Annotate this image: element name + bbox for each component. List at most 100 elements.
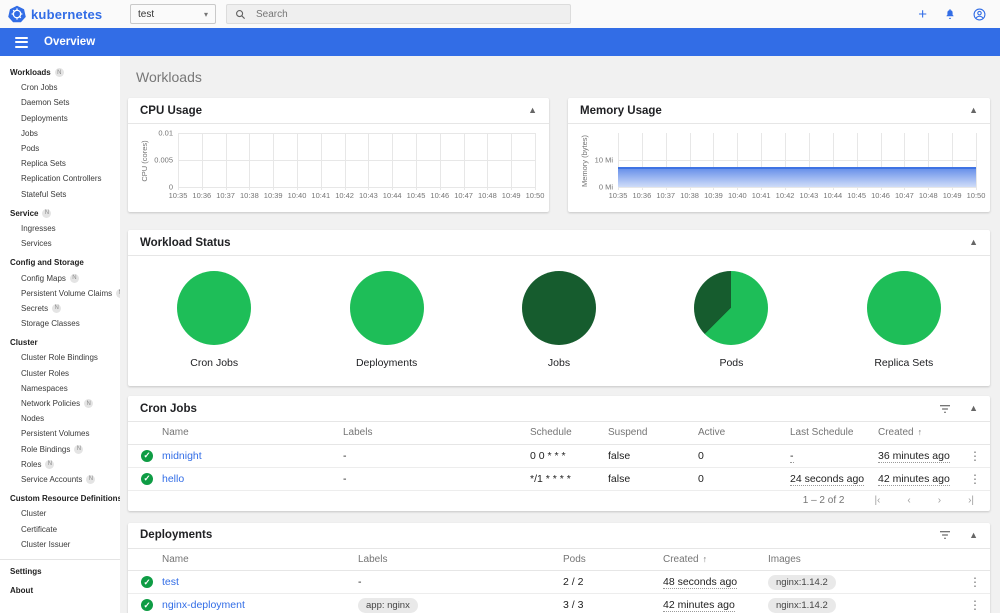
sidebar-item-label: Pods xyxy=(21,144,40,154)
sidebar-item-namespaces[interactable]: Namespaces xyxy=(0,381,120,396)
sidebar-item-role-bindings[interactable]: Role Bindings N xyxy=(0,442,120,457)
column-header[interactable]: Name xyxy=(162,554,189,565)
x-axis-tick: 10:36 xyxy=(192,191,212,200)
success-check-icon: ✓ xyxy=(141,472,153,485)
sidebar-item-cron-jobs[interactable]: Cron Jobs xyxy=(0,80,120,95)
sidebar-item-pods[interactable]: Pods xyxy=(0,141,120,156)
x-axis-tick: 10:35 xyxy=(608,191,628,200)
namespaced-badge: N xyxy=(45,459,55,469)
sidebar-item-persistent-volumes[interactable]: Persistent Volumes xyxy=(0,426,120,441)
column-header[interactable]: Active xyxy=(698,427,725,438)
collapse-caret-icon[interactable]: ▲ xyxy=(969,238,978,247)
table-row: ✓ test - 2 / 2 48 seconds ago nginx:1.14.2 ⋮ xyxy=(128,570,990,594)
pie-label: Deployments xyxy=(355,357,418,369)
sidebar-item-service[interactable]: Service N xyxy=(0,206,120,221)
sidebar-item-cluster[interactable]: Cluster xyxy=(0,335,120,350)
sidebar-item-config-maps[interactable]: Config Maps N xyxy=(0,270,120,285)
sidebar-item-nodes[interactable]: Nodes xyxy=(0,411,120,426)
sidebar-item-storage-classes[interactable]: Storage Classes xyxy=(0,316,120,331)
sidebar-item-cluster[interactable]: Cluster xyxy=(0,506,120,521)
namespaced-badge: N xyxy=(84,399,94,409)
sort-ascending-icon[interactable]: ↑ xyxy=(703,554,708,564)
sidebar-item-about[interactable]: About xyxy=(0,583,120,598)
sidebar-item-deployments[interactable]: Deployments xyxy=(0,111,120,126)
x-axis-tick: 10:45 xyxy=(847,191,867,200)
kubernetes-logo[interactable]: kubernetes xyxy=(8,5,118,23)
row-menu-kebab-icon[interactable]: ⋮ xyxy=(960,570,990,594)
cron-jobs-table: Name Labels Schedule Suspend Active Last Sche… xyxy=(128,422,990,491)
sidebar-item-replication-controllers[interactable]: Replication Controllers xyxy=(0,171,120,186)
sidebar-item-label: Cluster Role Bindings xyxy=(21,353,98,363)
collapse-caret-icon[interactable]: ▲ xyxy=(969,530,978,540)
notifications-bell-icon[interactable] xyxy=(944,8,956,20)
filter-icon[interactable] xyxy=(939,530,951,540)
collapse-caret-icon[interactable]: ▲ xyxy=(969,404,978,413)
sidebar-item-label: Secrets xyxy=(21,303,49,313)
column-header[interactable]: Last Schedule xyxy=(790,427,853,438)
sidebar-item-secrets[interactable]: Secrets N xyxy=(0,301,120,316)
sidebar-item-settings[interactable]: Settings xyxy=(0,564,120,579)
column-header[interactable]: Images xyxy=(768,554,801,565)
x-axis-tick: 10:43 xyxy=(359,191,378,200)
sort-ascending-icon[interactable]: ↑ xyxy=(918,427,923,437)
sidebar-item-daemon-sets[interactable]: Daemon Sets xyxy=(0,95,120,110)
sidebar-item-persistent-volume-claims[interactable]: Persistent Volume ClaimsN xyxy=(0,286,120,301)
pagination-range-label: 1 – 2 of 2 xyxy=(802,495,845,506)
cpu-usage-card: CPU Usage ▲ CPU (cores) 0 0.005 0.01 10:35 1… xyxy=(128,98,549,212)
row-menu-kebab-icon[interactable]: ⋮ xyxy=(960,444,990,468)
sidebar-item-cluster-role-bindings[interactable]: Cluster Role Bindings xyxy=(0,350,120,365)
resource-link[interactable]: midnight xyxy=(162,450,202,462)
relative-time: 24 seconds ago xyxy=(790,472,865,486)
sidebar-item-network-policies[interactable]: Network Policies N xyxy=(0,396,120,411)
workload-status-pies: Cron Jobs Deployments Jobs Pods Replica Sets xyxy=(128,256,990,369)
resource-link[interactable]: nginx-deployment xyxy=(162,599,245,611)
column-header[interactable]: Created xyxy=(878,427,914,438)
sidebar-item-label: Persistent Volume Claims xyxy=(21,288,113,298)
sidebar-item-roles[interactable]: Roles N xyxy=(0,457,120,472)
sidebar-item-label: Services xyxy=(21,239,52,249)
row-menu-kebab-icon[interactable]: ⋮ xyxy=(960,593,990,613)
sidebar-item-cluster-roles[interactable]: Cluster Roles xyxy=(0,366,120,381)
column-header[interactable]: Schedule xyxy=(530,427,572,438)
column-header[interactable]: Labels xyxy=(358,554,387,565)
sidebar-item-custom-resource-definitions[interactable]: Custom Resource Definitions xyxy=(0,491,120,506)
column-header[interactable]: Suspend xyxy=(608,427,647,438)
sidebar-item-config-and-storage[interactable]: Config and Storage xyxy=(0,255,120,270)
column-header[interactable]: Name xyxy=(162,427,189,438)
cron-jobs-pagination: 1 – 2 of 2 |‹ ‹ › ›| xyxy=(128,491,990,511)
cell-text: - xyxy=(343,449,347,462)
sidebar-item-jobs[interactable]: Jobs xyxy=(0,126,120,141)
resource-link[interactable]: hello xyxy=(162,473,184,485)
status-pie-replica-sets: Replica Sets xyxy=(818,271,990,369)
sidebar-item-services[interactable]: Services xyxy=(0,236,120,251)
filter-icon[interactable] xyxy=(939,404,951,414)
area-series-fill xyxy=(618,166,976,187)
search-input[interactable] xyxy=(254,7,562,21)
collapse-caret-icon[interactable]: ▲ xyxy=(969,106,978,115)
namespace-selector[interactable]: test ▾ xyxy=(130,4,216,24)
row-menu-kebab-icon[interactable]: ⋮ xyxy=(960,467,990,491)
sidebar-item-workloads[interactable]: Workloads N xyxy=(0,65,120,80)
pagination-next-button[interactable]: › xyxy=(938,495,941,506)
create-plus-icon[interactable]: + xyxy=(918,7,927,22)
pagination-first-button[interactable]: |‹ xyxy=(874,495,880,506)
search-box xyxy=(226,4,571,24)
sidebar-item-cluster-issuer[interactable]: Cluster Issuer xyxy=(0,537,120,552)
pagination-prev-button[interactable]: ‹ xyxy=(907,495,910,506)
account-icon[interactable] xyxy=(973,8,986,21)
x-axis-tick: 10:37 xyxy=(216,191,235,200)
sidebar-item-service-accounts[interactable]: Service Accounts N xyxy=(0,472,120,487)
collapse-caret-icon[interactable]: ▲ xyxy=(528,106,537,115)
sidebar-item-ingresses[interactable]: Ingresses xyxy=(0,221,120,236)
resource-link[interactable]: test xyxy=(162,576,179,588)
column-header[interactable]: Created xyxy=(663,554,699,565)
hamburger-menu-icon[interactable] xyxy=(15,36,28,48)
column-header[interactable]: Pods xyxy=(563,554,586,565)
x-axis-tick: 10:49 xyxy=(501,191,521,200)
sidebar-item-replica-sets[interactable]: Replica Sets xyxy=(0,156,120,171)
memory-usage-title: Memory Usage xyxy=(580,104,662,117)
column-header[interactable]: Labels xyxy=(343,427,372,438)
sidebar-item-stateful-sets[interactable]: Stateful Sets xyxy=(0,187,120,202)
pagination-last-button[interactable]: ›| xyxy=(968,495,974,506)
sidebar-item-certificate[interactable]: Certificate xyxy=(0,521,120,536)
